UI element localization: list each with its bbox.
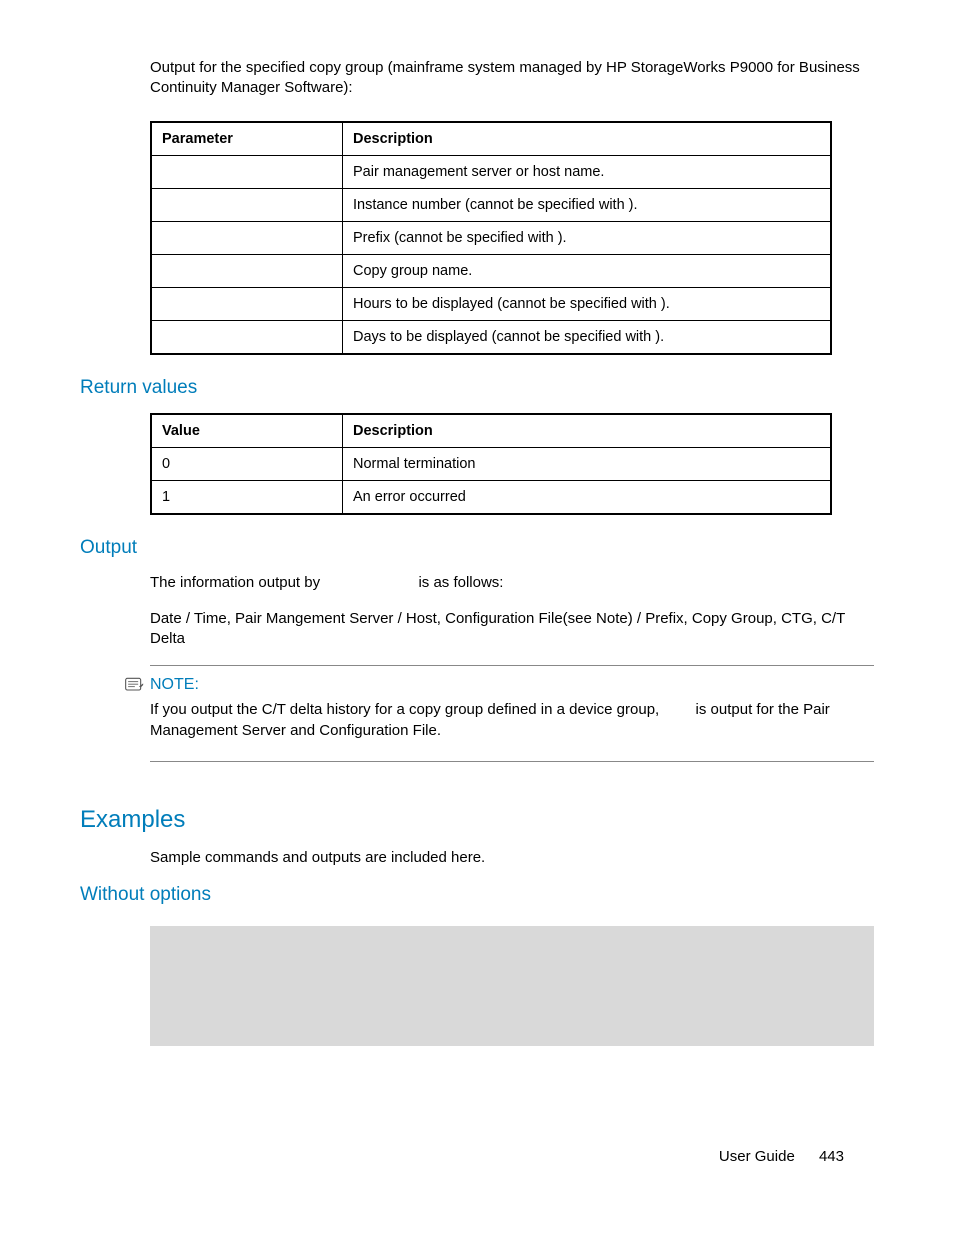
th-parameter: Parameter xyxy=(151,122,343,156)
footer-label: User Guide xyxy=(719,1148,795,1165)
page-footer: User Guide 443 xyxy=(719,1148,844,1165)
note-label: NOTE: xyxy=(150,676,199,693)
without-options-heading: Without options xyxy=(80,884,874,906)
table-row: Hours to be displayed (cannot be specifi… xyxy=(151,287,831,320)
examples-intro: Sample commands and outputs are included… xyxy=(150,848,874,868)
footer-page-number: 443 xyxy=(819,1148,844,1165)
note-block: NOTE: If you output the C/T delta histor… xyxy=(150,665,874,762)
return-values-table: Value Description 0Normal termination 1A… xyxy=(150,413,832,515)
table-row: Instance number (cannot be specified wit… xyxy=(151,188,831,221)
code-block xyxy=(150,926,874,1046)
note-body: If you output the C/T delta history for … xyxy=(150,700,874,741)
note-icon xyxy=(124,676,144,694)
parameters-table: Parameter Description Pair management se… xyxy=(150,121,832,355)
output-line-1: The information output by is as follows: xyxy=(150,573,874,593)
table-row: Copy group name. xyxy=(151,254,831,287)
output-heading: Output xyxy=(80,537,874,559)
intro-paragraph: Output for the specified copy group (mai… xyxy=(150,58,874,99)
table-row: 0Normal termination xyxy=(151,447,831,480)
table-row: Pair management server or host name. xyxy=(151,155,831,188)
th-description: Description xyxy=(343,122,832,156)
th-value: Value xyxy=(151,414,343,448)
table-row: Prefix (cannot be specified with ). xyxy=(151,221,831,254)
table-row: 1An error occurred xyxy=(151,480,831,514)
examples-heading: Examples xyxy=(80,806,874,834)
return-values-heading: Return values xyxy=(80,377,874,399)
table-row: Days to be displayed (cannot be specifie… xyxy=(151,320,831,354)
output-line-2: Date / Time, Pair Mangement Server / Hos… xyxy=(150,609,874,650)
th-description: Description xyxy=(343,414,832,448)
